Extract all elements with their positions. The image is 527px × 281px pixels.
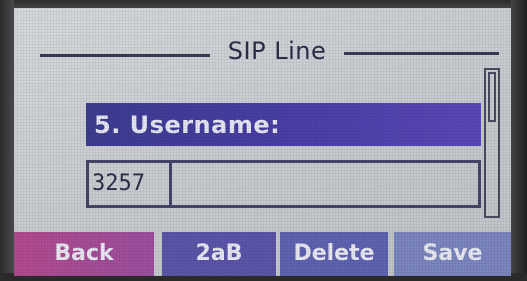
back-button[interactable]: Back [14,232,154,276]
scrollbar[interactable] [484,68,500,218]
phone-bezel-right [511,0,527,281]
input-mode-button[interactable]: 2aB [162,232,276,276]
phone-bezel-left [0,0,14,281]
field-label-bar: 5. Username: [86,103,481,146]
save-button[interactable]: Save [394,232,511,276]
text-cursor [169,163,172,205]
title-divider-left [40,54,210,57]
username-label: 5. Username: [94,111,281,139]
screen-title: SIP Line [227,37,327,65]
lcd-screen: SIP Line 5. Username: 3257 Back 2aB Dele… [14,8,511,276]
scrollbar-thumb[interactable] [488,72,496,122]
delete-button[interactable]: Delete [280,232,388,276]
username-input[interactable]: 3257 [86,160,481,208]
softkey-bar: Back 2aB Delete Save [14,232,511,276]
username-value: 3257 [92,171,145,196]
title-divider-right [344,52,499,55]
